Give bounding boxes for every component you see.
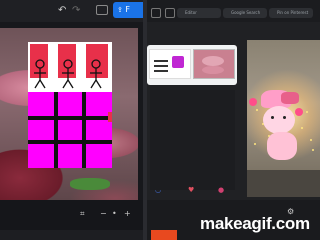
save-icon[interactable]: ● [218,186,232,194]
left-content-column [150,90,235,190]
hat-ribbon [281,92,299,104]
primary-action-button[interactable]: ⇪ F [113,2,143,18]
heart-decoration [295,108,303,116]
tab-stack-icon[interactable] [165,8,175,18]
sticker-preview-image [247,40,320,197]
thumbnail-1[interactable] [149,49,191,79]
orange-tab[interactable] [151,230,177,240]
preview-floor [247,170,320,197]
canvas-icon[interactable] [96,5,108,15]
chef-eye-left [271,116,274,119]
magenta-grid [28,92,112,168]
zoom-dot-icon[interactable]: • [112,208,117,220]
thumbnail-2-macaron [202,56,224,66]
thumbnail-1-mark [172,56,184,68]
thumbnail-1-text [154,70,168,72]
sticker-art[interactable] [28,42,112,168]
crop-icon[interactable]: ⌗ [80,208,85,220]
redo-icon[interactable]: ↷ [72,5,80,17]
tab-menu-icon[interactable] [151,8,161,18]
thumbnail-2[interactable] [193,49,235,79]
left-toolbar: ↶ ↷ ⇪ F [0,0,143,22]
thumbnail-2-macaron [202,66,224,74]
heart-decoration [249,98,257,106]
thumbnail-1-text [154,60,168,62]
tab-pinterest[interactable]: Pin on Pinterest [269,8,313,18]
background-photo-macarons [0,28,138,200]
bookmark-icon[interactable]: ◡ [155,186,169,194]
zoom-in-icon[interactable]: + [124,208,131,220]
sticker-corner-mark [108,112,112,122]
zoom-out-icon[interactable]: − [100,208,107,220]
chef-body [267,132,297,160]
chef-eye-right [283,116,286,119]
tab-google-search[interactable]: Google Search [223,8,267,18]
left-bottom-bar: ⌗ − • + [0,200,143,240]
thumbnail-1-text [154,65,168,67]
timeline-strip [0,230,143,240]
browser-tab-bar: Editor Google Search Pin on Pinterest [147,0,320,22]
makeagif-watermark: makeagif.com [200,214,310,233]
mint-leaf [70,178,110,190]
tab-editor[interactable]: Editor [177,8,221,18]
upload-icon: ⇪ [117,6,123,14]
heart-icon[interactable]: ♥ [188,186,202,194]
file-thumbnail-strip [147,45,237,85]
chef-face [263,106,295,134]
undo-icon[interactable]: ↶ [58,5,66,17]
